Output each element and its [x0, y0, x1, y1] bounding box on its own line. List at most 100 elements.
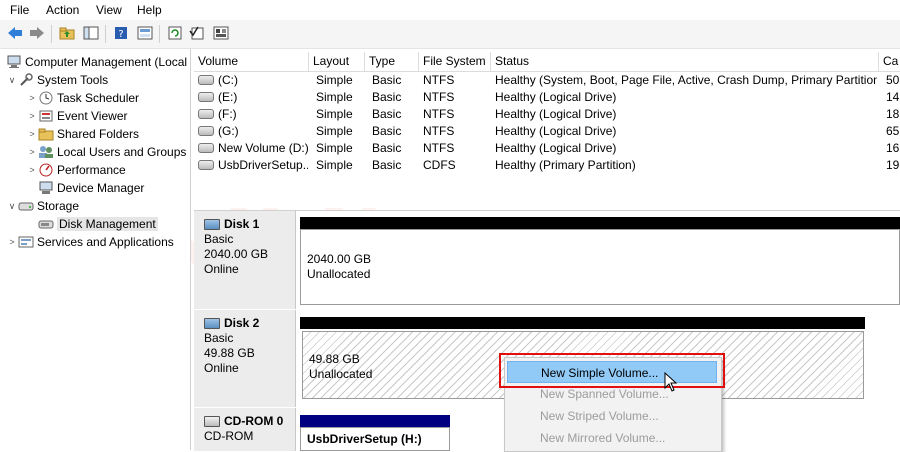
partition-label: Unallocated: [307, 267, 371, 281]
cdrom-info[interactable]: CD-ROM 0 CD-ROM: [194, 408, 296, 451]
tree-device-manager[interactable]: Device Manager: [38, 179, 144, 197]
chevron-right-icon[interactable]: >: [26, 93, 38, 103]
tree-storage[interactable]: ∨ Storage: [6, 197, 79, 215]
forward-arrow-icon[interactable]: [28, 24, 46, 42]
tree-system-tools[interactable]: ∨ System Tools: [6, 71, 108, 89]
chevron-right-icon[interactable]: >: [26, 147, 38, 157]
disk1-unallocated-partition[interactable]: 2040.00 GB Unallocated: [300, 229, 900, 305]
table-row[interactable]: (C:) Simple Basic NTFS Healthy (System, …: [194, 72, 900, 89]
show-hide-tree-icon[interactable]: [82, 24, 100, 42]
chevron-right-icon[interactable]: >: [26, 165, 38, 175]
disk-name: CD-ROM 0: [224, 414, 284, 428]
column-status[interactable]: Status: [491, 52, 879, 71]
column-layout[interactable]: Layout: [309, 52, 365, 71]
column-file-system[interactable]: File System: [419, 52, 491, 71]
partition-size: 2040.00 GB: [307, 252, 372, 266]
tree-label: Performance: [57, 163, 126, 177]
column-volume[interactable]: Volume: [194, 52, 309, 71]
volume-list-header: Volume Layout Type File System Status Ca: [194, 52, 900, 72]
volume-capacity: 14: [886, 90, 900, 104]
shared-folder-icon: [38, 127, 54, 141]
volume-layout: Simple: [316, 124, 353, 138]
column-capacity[interactable]: Ca: [879, 52, 900, 71]
chevron-down-icon[interactable]: ∨: [6, 201, 18, 212]
tree-label: Computer Management (Local: [25, 55, 188, 69]
disk-type: Basic: [204, 232, 234, 246]
volume-type: Basic: [372, 124, 402, 138]
svg-text:?: ?: [118, 29, 123, 40]
tree-services-applications[interactable]: > Services and Applications: [6, 233, 174, 251]
tools-icon: [18, 73, 34, 87]
disk-status: Online: [204, 361, 239, 375]
volume-name: UsbDriverSetup...: [218, 158, 308, 172]
disk-icon: [204, 219, 220, 230]
tree-local-users[interactable]: > Local Users and Groups: [26, 143, 186, 161]
device-manager-icon: [38, 181, 54, 195]
menu-item-new-spanned-volume[interactable]: New Spanned Volume...: [507, 383, 717, 405]
tree-performance[interactable]: > Performance: [26, 161, 126, 179]
menu-help[interactable]: Help: [137, 3, 162, 17]
chevron-right-icon[interactable]: >: [6, 237, 18, 247]
menu-file[interactable]: File: [10, 3, 29, 17]
volume-layout: Simple: [316, 141, 353, 155]
volume-file-system: NTFS: [423, 107, 455, 121]
refresh-icon[interactable]: [166, 24, 184, 42]
tree-label: Services and Applications: [37, 235, 174, 249]
menu-view[interactable]: View: [96, 3, 122, 17]
volume-status: Healthy (Logical Drive): [495, 90, 617, 104]
disk-size: 2040.00 GB: [204, 247, 269, 261]
chevron-right-icon[interactable]: >: [26, 129, 38, 139]
tree-label: Event Viewer: [57, 109, 128, 123]
tree-task-scheduler[interactable]: > Task Scheduler: [26, 89, 139, 107]
disk2-partition-bar: [300, 317, 865, 329]
tree-label: Local Users and Groups: [57, 145, 187, 159]
volume-type: Basic: [372, 73, 402, 87]
volume-file-system: NTFS: [423, 141, 455, 155]
up-folder-icon[interactable]: [58, 24, 76, 42]
table-row[interactable]: (G:) Simple Basic NTFS Healthy (Logical …: [194, 123, 900, 140]
disk-settings-icon[interactable]: [212, 24, 230, 42]
tree-label: Device Manager: [57, 181, 145, 195]
check-properties-icon[interactable]: [188, 24, 206, 42]
event-viewer-icon: [38, 109, 54, 123]
volume-name: (C:): [218, 73, 238, 87]
tree-computer-management[interactable]: Computer Management (Local: [6, 53, 187, 71]
tree-event-viewer[interactable]: > Event Viewer: [26, 107, 127, 125]
drive-icon: [198, 142, 214, 153]
table-row[interactable]: (F:) Simple Basic NTFS Healthy (Logical …: [194, 106, 900, 123]
table-row[interactable]: UsbDriverSetup... Simple Basic CDFS Heal…: [194, 157, 900, 174]
volume-layout: Simple: [316, 73, 353, 87]
table-row[interactable]: New Volume (D:) Simple Basic NTFS Health…: [194, 140, 900, 157]
help-icon[interactable]: ?: [112, 24, 130, 42]
column-type[interactable]: Type: [365, 52, 419, 71]
toolbar: ?: [0, 20, 900, 49]
tree-label: System Tools: [37, 73, 109, 87]
menu-item-new-simple-volume[interactable]: New Simple Volume...: [507, 361, 717, 383]
users-icon: [38, 145, 54, 159]
chevron-down-icon[interactable]: ∨: [6, 75, 18, 86]
back-arrow-icon[interactable]: [6, 24, 24, 42]
menu-action[interactable]: Action: [46, 3, 79, 17]
disk-icon: [204, 318, 220, 329]
volume-status: Healthy (Logical Drive): [495, 124, 617, 138]
menu-item-new-mirrored-volume[interactable]: New Mirrored Volume...: [507, 427, 717, 449]
volume-name: (F:): [218, 107, 237, 121]
tree-disk-management[interactable]: Disk Management: [38, 215, 158, 233]
chevron-right-icon[interactable]: >: [26, 111, 38, 121]
tree-shared-folders[interactable]: > Shared Folders: [26, 125, 139, 143]
volume-capacity: 50: [886, 73, 900, 87]
disk-type: CD-ROM: [204, 429, 254, 443]
navigation-tree: Computer Management (Local ∨ System Tool…: [0, 49, 191, 450]
menu-bar: File Action View Help: [0, 0, 900, 20]
menu-item-new-striped-volume[interactable]: New Striped Volume...: [507, 405, 717, 427]
table-row[interactable]: (E:) Simple Basic NTFS Healthy (Logical …: [194, 89, 900, 106]
disk1-info[interactable]: Disk 1 Basic 2040.00 GB Online: [194, 211, 296, 309]
volume-file-system: NTFS: [423, 73, 455, 87]
properties-pane-icon[interactable]: [136, 24, 154, 42]
disk2-info[interactable]: Disk 2 Basic 49.88 GB Online: [194, 310, 296, 407]
volume-list: Volume Layout Type File System Status Ca…: [194, 52, 900, 208]
volume-capacity: 18: [886, 107, 900, 121]
tree-label: Task Scheduler: [57, 91, 140, 105]
drive-icon: [198, 91, 214, 102]
cdrom-partition[interactable]: UsbDriverSetup (H:): [300, 427, 450, 451]
